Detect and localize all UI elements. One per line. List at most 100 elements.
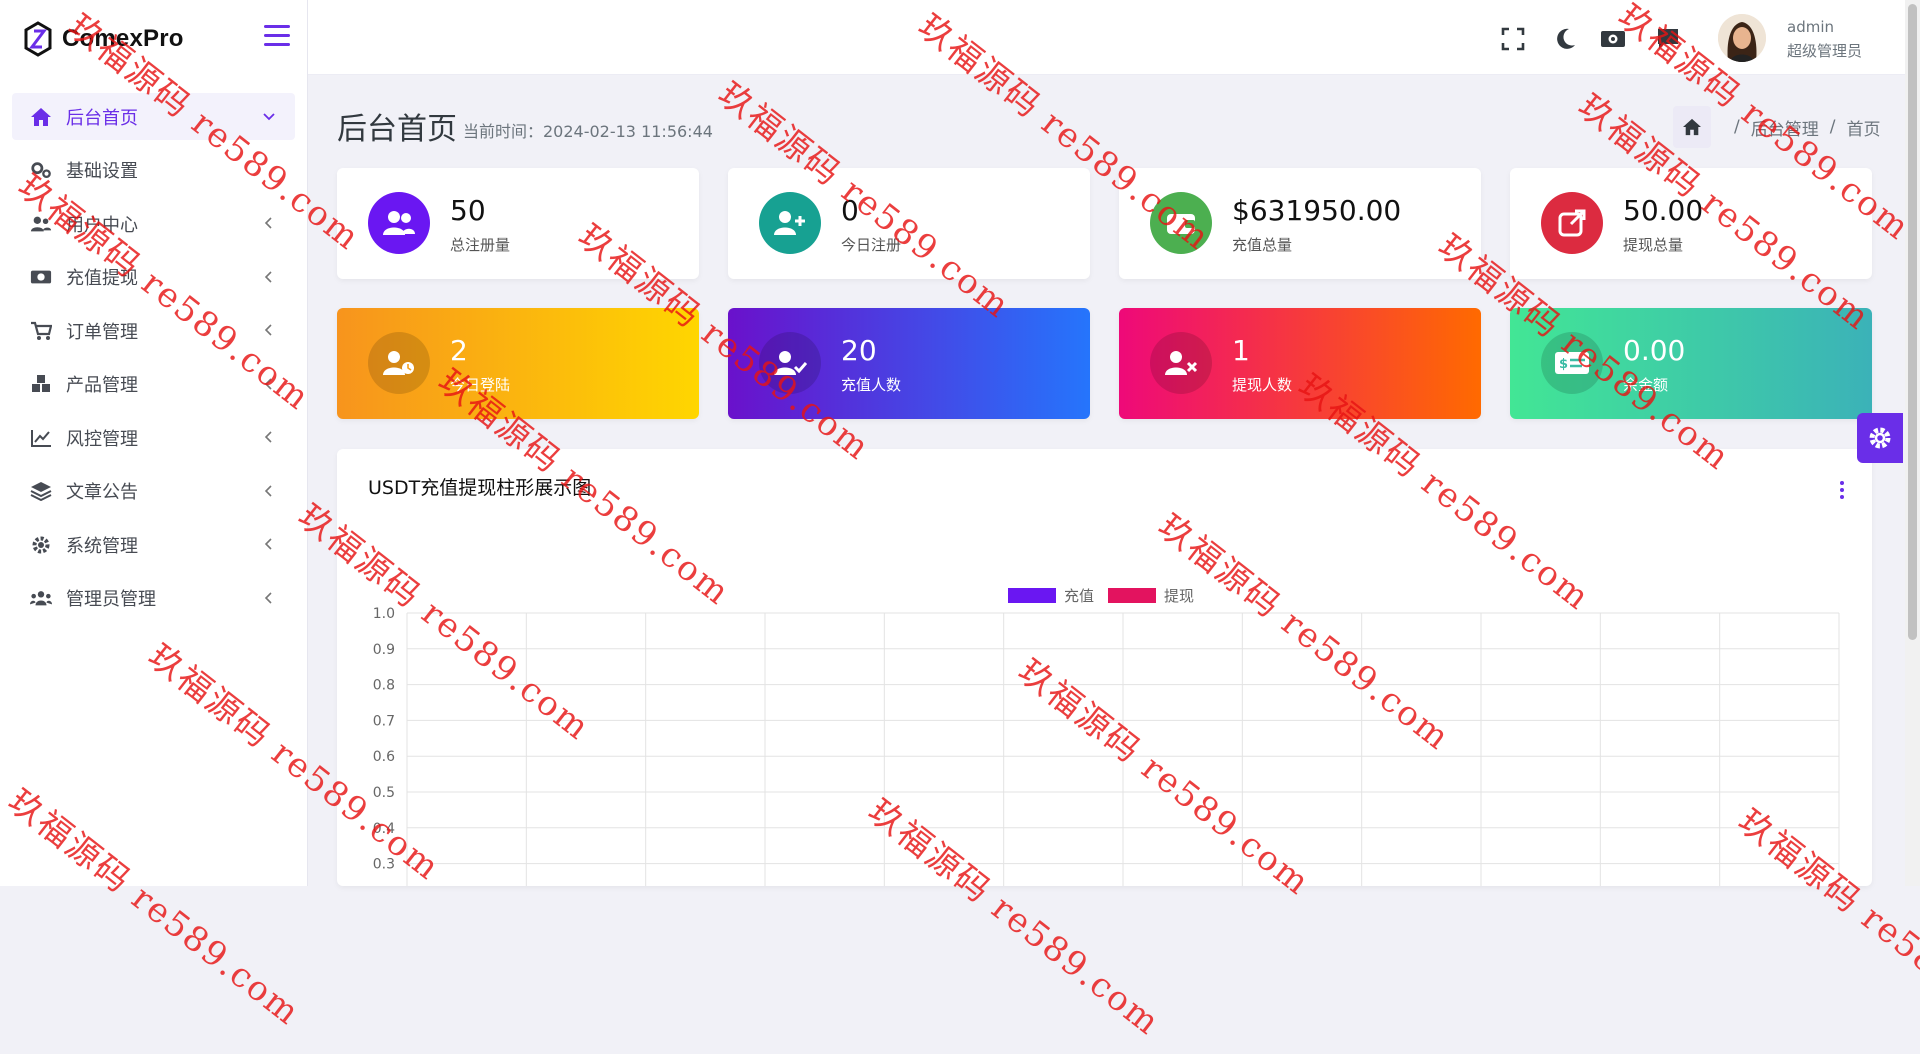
stat-label: 总注册量 <box>450 236 511 254</box>
stat-value: 0.00 <box>1623 334 1686 367</box>
users-icon <box>368 192 430 254</box>
brand-logo[interactable]: ComexPro <box>22 18 184 60</box>
gear-icon <box>1869 427 1891 449</box>
breadcrumb-separator: / <box>1829 117 1836 137</box>
current-time: 当前时间：2024-02-13 11:56:44 <box>463 122 713 141</box>
stat-value: 2 <box>450 334 468 367</box>
stat-value: 50.00 <box>1623 194 1704 227</box>
chart-panel: USDT充值提现柱形展示图 充值 提现 1.0 0.9 0.8 0.7 0.6 0.5 0.4 0… <box>337 449 1872 886</box>
sidebar-item-risk-control[interactable]: 风控管理 <box>12 414 295 461</box>
sidebar-item-products[interactable]: 产品管理 <box>12 361 295 408</box>
y-tick-label: 0.8 <box>373 678 395 694</box>
sidebar-item-label: 充值提现 <box>66 268 138 289</box>
menu-toggle-button[interactable] <box>264 25 290 47</box>
stat-label: 余金额 <box>1623 376 1669 394</box>
chevron-left-icon <box>264 431 272 443</box>
topbar: admin 超级管理员 <box>308 0 1905 75</box>
moon-icon[interactable] <box>1553 26 1579 52</box>
avatar[interactable] <box>1718 14 1766 62</box>
money-check-icon: $ <box>1541 332 1603 394</box>
scrollbar-thumb[interactable] <box>1908 4 1917 640</box>
message-icon[interactable] <box>1655 26 1681 52</box>
sidebar-item-label: 订单管理 <box>66 321 138 343</box>
legend-swatch <box>1108 588 1156 603</box>
user-check-icon <box>759 332 821 394</box>
wallet-icon <box>1150 192 1212 254</box>
sidebar-item-articles[interactable]: 文章公告 <box>12 468 295 515</box>
y-tick-label: 0.9 <box>373 642 395 658</box>
user-plus-icon <box>759 192 821 254</box>
stat-card-total-registrations[interactable]: 50 总注册量 <box>337 168 699 279</box>
cubes-icon <box>30 373 52 395</box>
sidebar-item-user-center[interactable]: 用户中心 <box>12 200 295 247</box>
stat-label: 今日登陆 <box>450 376 511 394</box>
chevron-left-icon <box>264 324 272 336</box>
stat-value: 1 <box>1232 334 1250 367</box>
stat-value: $631950.00 <box>1232 194 1402 227</box>
breadcrumb-separator: / <box>1734 117 1740 137</box>
chevron-left-icon <box>264 270 272 283</box>
breadcrumb-home-button[interactable] <box>1673 106 1711 148</box>
sidebar-item-system[interactable]: 系统管理 <box>12 521 295 568</box>
stat-value: 0 <box>841 194 859 227</box>
breadcrumb-item-current: 首页 <box>1846 119 1881 140</box>
sidebar-item-label: 产品管理 <box>66 375 138 396</box>
stat-card-balance[interactable]: $ 0.00 余金额 <box>1510 308 1872 419</box>
legend-label: 充值 <box>1064 587 1094 605</box>
sidebar-item-label: 后台首页 <box>66 107 138 129</box>
stat-card-today-logins[interactable]: 2 今日登陆 <box>337 308 699 419</box>
brand-name: ComexPro <box>62 25 184 52</box>
stat-card-deposit-users[interactable]: 20 充值人数 <box>728 308 1090 419</box>
stat-card-total-deposit[interactable]: $631950.00 充值总量 <box>1119 168 1481 279</box>
breadcrumb: / 后台管理 / 首页 <box>1673 106 1880 148</box>
sidebar-item-admins[interactable]: 管理员管理 <box>12 575 295 622</box>
user-times-icon <box>1150 332 1212 394</box>
svg-text:$: $ <box>1559 357 1568 372</box>
money-bill-icon <box>30 266 52 288</box>
chevron-left-icon <box>264 591 272 604</box>
sidebar-item-label: 系统管理 <box>66 535 138 557</box>
sidebar-item-orders[interactable]: 订单管理 <box>12 307 295 354</box>
stat-card-total-withdraw[interactable]: 50.00 提现总量 <box>1510 168 1872 279</box>
home-icon <box>30 106 52 128</box>
sidebar-item-label: 风控管理 <box>66 428 138 450</box>
user-group-icon <box>30 587 52 609</box>
money-icon[interactable] <box>1600 26 1626 52</box>
home-icon <box>1683 118 1701 136</box>
stat-label: 充值人数 <box>841 376 902 394</box>
stat-label: 充值总量 <box>1232 236 1293 254</box>
chart-line-icon <box>30 427 52 449</box>
fullscreen-icon[interactable] <box>1500 26 1526 52</box>
chevron-left-icon <box>264 377 272 390</box>
sidebar-item-basic-settings[interactable]: 基础设置 <box>12 147 295 194</box>
stat-label: 提现总量 <box>1623 236 1684 254</box>
chevron-left-icon <box>264 484 272 497</box>
breadcrumb-item[interactable]: 后台管理 <box>1751 115 1819 140</box>
stat-label: 提现人数 <box>1232 376 1293 394</box>
logo-icon <box>24 21 52 57</box>
y-tick-label: 1.0 <box>373 606 395 622</box>
user-clock-icon <box>368 332 430 394</box>
page-title: 后台首页 <box>337 112 457 147</box>
stat-label: 今日注册 <box>841 236 902 254</box>
y-tick-label: 0.7 <box>373 713 395 729</box>
page-scrollbar[interactable] <box>1905 0 1920 886</box>
layers-icon <box>30 480 52 502</box>
y-tick-label: 0.4 <box>373 821 395 837</box>
theme-settings-button[interactable] <box>1857 413 1903 463</box>
stat-card-withdraw-users[interactable]: 1 提现人数 <box>1119 308 1481 419</box>
y-tick-label: 0.5 <box>373 785 395 801</box>
gears-icon <box>30 159 52 181</box>
stat-card-today-registrations[interactable]: 0 今日注册 <box>728 168 1090 279</box>
sidebar-item-dashboard[interactable]: 后台首页 <box>12 93 295 140</box>
avatar-image <box>1718 14 1766 62</box>
user-role: 超级管理员 <box>1787 42 1863 60</box>
y-tick-label: 0.3 <box>373 857 395 873</box>
sidebar-item-label: 文章公告 <box>66 482 138 503</box>
external-link-icon <box>1541 192 1603 254</box>
user-name[interactable]: admin <box>1787 18 1834 36</box>
sidebar-item-deposit-withdraw[interactable]: 充值提现 <box>12 254 295 301</box>
gear-icon <box>30 534 52 556</box>
cart-icon <box>30 320 52 342</box>
users-icon <box>30 213 52 235</box>
